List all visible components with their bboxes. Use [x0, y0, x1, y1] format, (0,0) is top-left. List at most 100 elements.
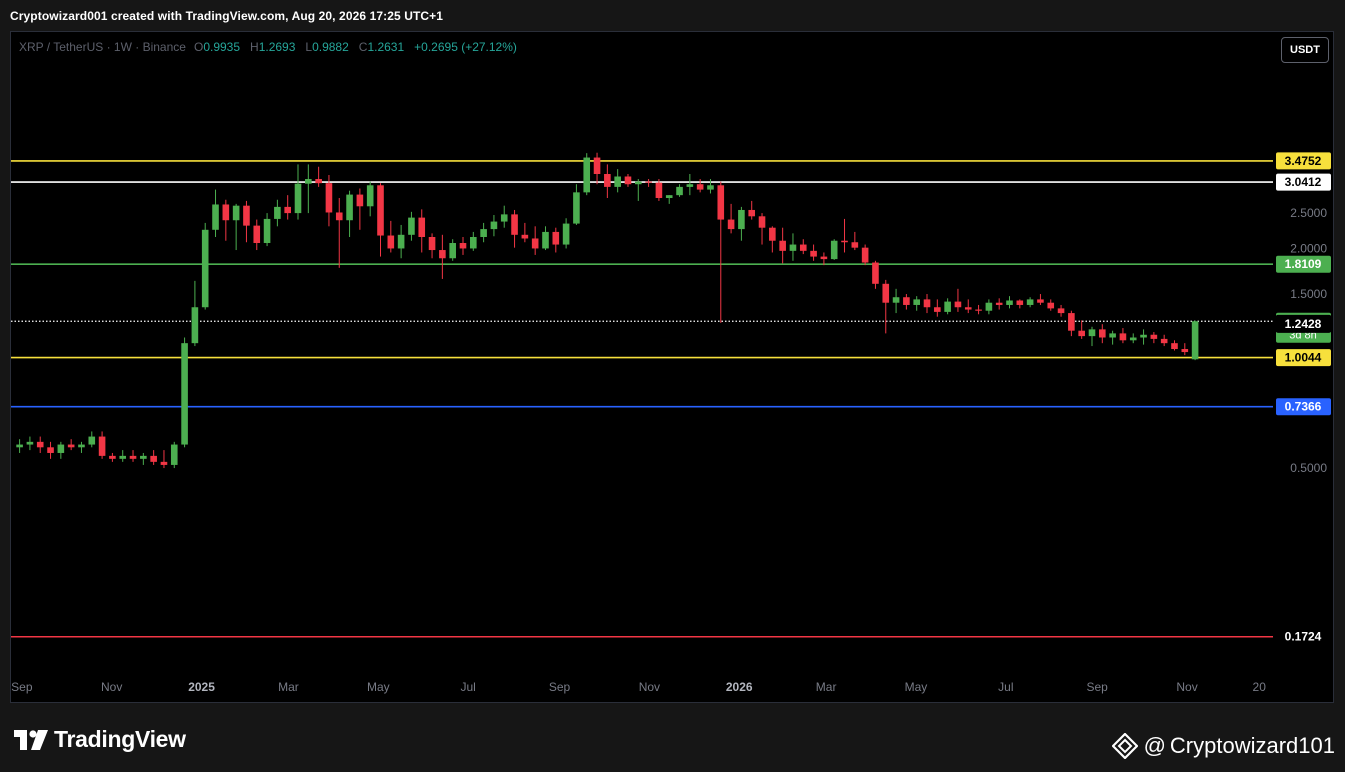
x-tick-label: 2025 — [188, 680, 215, 694]
candle-body — [892, 297, 900, 303]
candle-body — [851, 242, 859, 248]
level-price-label: 1.2428 — [1285, 317, 1322, 331]
candle-body — [531, 238, 539, 249]
candle-body — [995, 302, 1003, 305]
chart-panel[interactable]: 2.5000 2.0000 1.5000 0.5000 3.4752 3.0412 1.81… — [10, 31, 1334, 703]
candle-body — [284, 206, 291, 214]
candle-body — [552, 231, 560, 245]
candle-body — [500, 214, 508, 222]
candle-body — [769, 227, 776, 241]
candle-body — [985, 302, 993, 311]
level-price-label: 0.7366 — [1285, 400, 1322, 414]
candle-body — [820, 256, 828, 260]
y-tick-label: 2.0000 — [1290, 241, 1327, 255]
x-tick-label: Mar — [278, 680, 299, 694]
candle-body — [201, 229, 209, 308]
candle-body — [428, 236, 436, 251]
candlestick-chart[interactable]: 2.5000 2.0000 1.5000 0.5000 3.4752 3.0412 1.81… — [11, 32, 1333, 702]
tradingview-logo[interactable]: TradingView — [14, 726, 186, 753]
open-value: 0.9935 — [203, 40, 241, 54]
currency-button[interactable]: USDT — [1281, 37, 1329, 63]
candle-body — [274, 206, 281, 219]
symbol-label: XRP / TetherUS · 1W · Binance — [19, 40, 186, 54]
candle-body — [1191, 321, 1199, 360]
candle-body — [676, 186, 683, 196]
candle-body — [696, 184, 704, 190]
x-tick-label: 20 — [1253, 680, 1267, 694]
candle-body — [872, 262, 879, 284]
open-key: O — [193, 40, 204, 54]
candle-body — [727, 219, 735, 230]
level-price-label: 3.0412 — [1285, 175, 1322, 189]
x-tick-label: Jul — [461, 680, 476, 694]
candle-body — [738, 209, 745, 230]
candle-body — [758, 216, 766, 228]
x-tick-label: May — [905, 680, 928, 694]
y-tick-label: 2.5000 — [1290, 206, 1327, 220]
candle-body — [88, 436, 96, 445]
candle-body — [1181, 349, 1189, 353]
x-tick-label: Sep — [549, 680, 571, 694]
candle-body — [655, 182, 663, 199]
candle-body — [263, 218, 271, 244]
x-tick-label: Nov — [639, 680, 660, 694]
candle-body — [67, 444, 75, 448]
x-tick-label: Nov — [1176, 680, 1197, 694]
candle-body — [542, 231, 549, 249]
high-key: H — [250, 40, 259, 54]
candle-body — [624, 176, 632, 185]
candle-body — [923, 299, 931, 308]
candle-body — [315, 179, 322, 184]
candle-body — [1016, 300, 1024, 305]
candle-body — [490, 221, 498, 230]
candle-body — [686, 184, 694, 187]
candle-body — [748, 209, 756, 217]
candle-body — [119, 455, 127, 459]
candle-body — [954, 301, 962, 308]
candle-body — [903, 297, 910, 305]
x-tick-label: May — [367, 680, 390, 694]
candle-body — [480, 229, 487, 237]
y-tick-label: 1.5000 — [1290, 287, 1327, 301]
tradingview-logo-icon — [14, 729, 48, 750]
candle-body — [913, 299, 920, 305]
candle-body — [882, 283, 890, 303]
change-value: +0.2695 (+27.12%) — [414, 40, 517, 54]
y-tick-label: 0.5000 — [1290, 461, 1327, 475]
candle-body — [1047, 302, 1055, 309]
candle-body — [191, 307, 199, 344]
candle-body — [1150, 334, 1158, 339]
candle-body — [243, 205, 250, 226]
candle-body — [1057, 308, 1065, 314]
candle-body — [212, 204, 219, 230]
candle-body — [232, 205, 240, 221]
candle-body — [397, 234, 405, 249]
candle-body — [1119, 333, 1127, 341]
candle-body — [109, 455, 116, 459]
at-symbol: @ — [1143, 733, 1166, 758]
candle-body — [346, 194, 353, 221]
candle-body — [604, 174, 611, 187]
candle-body — [150, 455, 157, 462]
x-tick-label: Nov — [101, 680, 122, 694]
candle-body — [634, 181, 642, 185]
candle-body — [717, 185, 725, 220]
candle-body — [645, 181, 652, 183]
candle-body — [181, 343, 188, 445]
candle-body — [665, 195, 673, 199]
candle-body — [387, 235, 395, 249]
candle-body — [1109, 333, 1116, 338]
candle-body — [830, 240, 838, 260]
candle-body — [841, 240, 848, 243]
candle-body — [573, 192, 580, 224]
tradingview-logo-text: TradingView — [54, 726, 186, 752]
chart-caption: Cryptowizard001 created with TradingView… — [10, 9, 444, 23]
candle-body — [78, 444, 85, 448]
candle-body — [170, 444, 178, 465]
candle-body — [325, 183, 333, 213]
candle-body — [356, 194, 364, 207]
author-tag: @ Cryptowizard101 — [1111, 733, 1335, 759]
level-price-label: 1.8109 — [1285, 257, 1322, 271]
candle-body — [562, 223, 570, 245]
level-price-label: 0.1724 — [1285, 630, 1322, 644]
